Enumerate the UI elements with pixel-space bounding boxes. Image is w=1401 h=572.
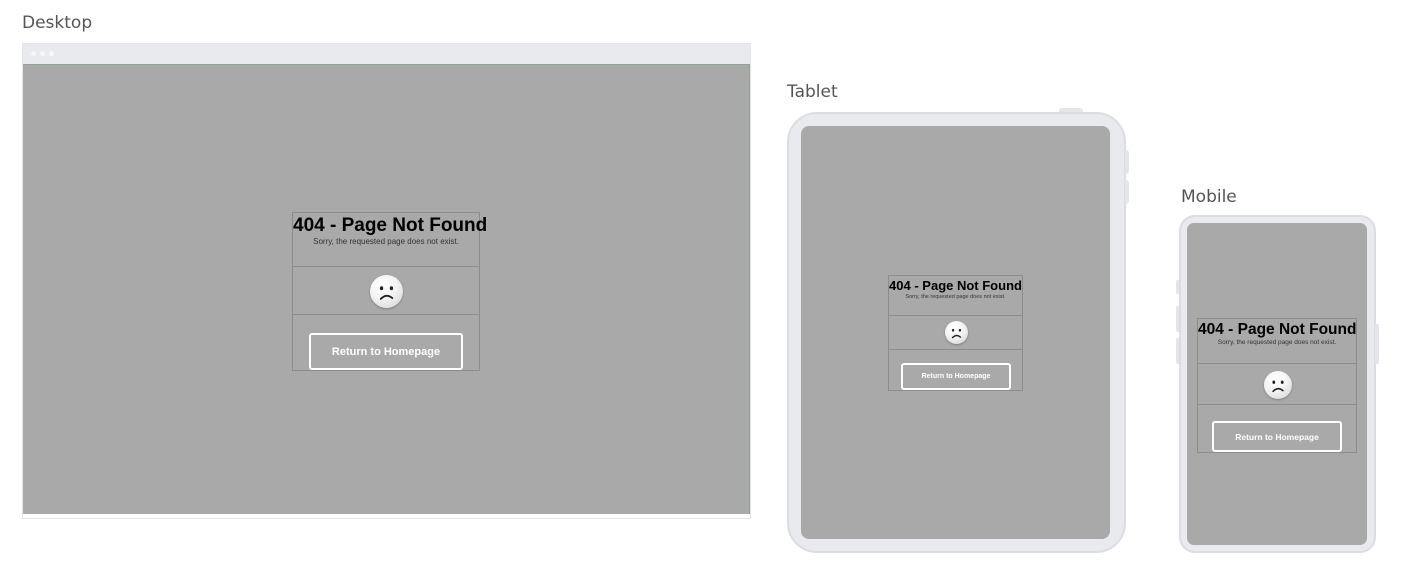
window-minimize-dot[interactable] [40, 51, 45, 56]
not-found-card: 404 - Page Not Found Sorry, the requeste… [888, 275, 1023, 391]
page-title: 404 - Page Not Found [293, 215, 488, 236]
tablet-label: Tablet [787, 82, 838, 102]
card-header: 404 - Page Not Found Sorry, the requeste… [1198, 319, 1356, 364]
return-homepage-button[interactable]: Return to Homepage [901, 363, 1011, 390]
responsive-preview-stage: Desktop 404 - Page Not Found Sorry, the … [0, 0, 1401, 572]
not-found-card: 404 - Page Not Found Sorry, the requeste… [292, 212, 488, 371]
page-title: 404 - Page Not Found [889, 278, 1022, 293]
page-subtitle: Sorry, the requested page does not exist… [1217, 339, 1337, 346]
tablet-volume-up-button [1125, 150, 1129, 174]
desktop-label: Desktop [22, 13, 93, 33]
browser-titlebar [23, 44, 750, 64]
mobile-label: Mobile [1181, 187, 1237, 207]
card-face-section [293, 267, 479, 315]
card-face-section [889, 316, 1022, 350]
not-found-card: 404 - Page Not Found Sorry, the requeste… [1197, 318, 1357, 453]
return-homepage-button[interactable]: Return to Homepage [309, 333, 463, 370]
tablet-screen: 404 - Page Not Found Sorry, the requeste… [801, 126, 1110, 539]
desktop-screen: 404 - Page Not Found Sorry, the requeste… [23, 64, 750, 514]
card-header: 404 - Page Not Found Sorry, the requeste… [293, 213, 488, 267]
sad-face-icon [945, 321, 968, 344]
window-close-dot[interactable] [31, 51, 36, 56]
sad-face-icon [370, 275, 403, 308]
mobile-screen: 404 - Page Not Found Sorry, the requeste… [1187, 223, 1367, 545]
return-homepage-button[interactable]: Return to Homepage [1212, 421, 1342, 452]
desktop-browser-frame: 404 - Page Not Found Sorry, the requeste… [22, 43, 751, 519]
card-face-section [1198, 364, 1356, 405]
window-maximize-dot[interactable] [49, 51, 54, 56]
card-header: 404 - Page Not Found Sorry, the requeste… [889, 276, 1022, 316]
tablet-volume-down-button [1125, 180, 1129, 204]
sad-face-icon [1264, 371, 1292, 399]
page-subtitle: Sorry, the requested page does not exist… [313, 237, 459, 246]
page-title: 404 - Page Not Found [1198, 321, 1357, 338]
mobile-power-button [1375, 324, 1379, 364]
page-subtitle: Sorry, the requested page does not exist… [905, 294, 1006, 300]
